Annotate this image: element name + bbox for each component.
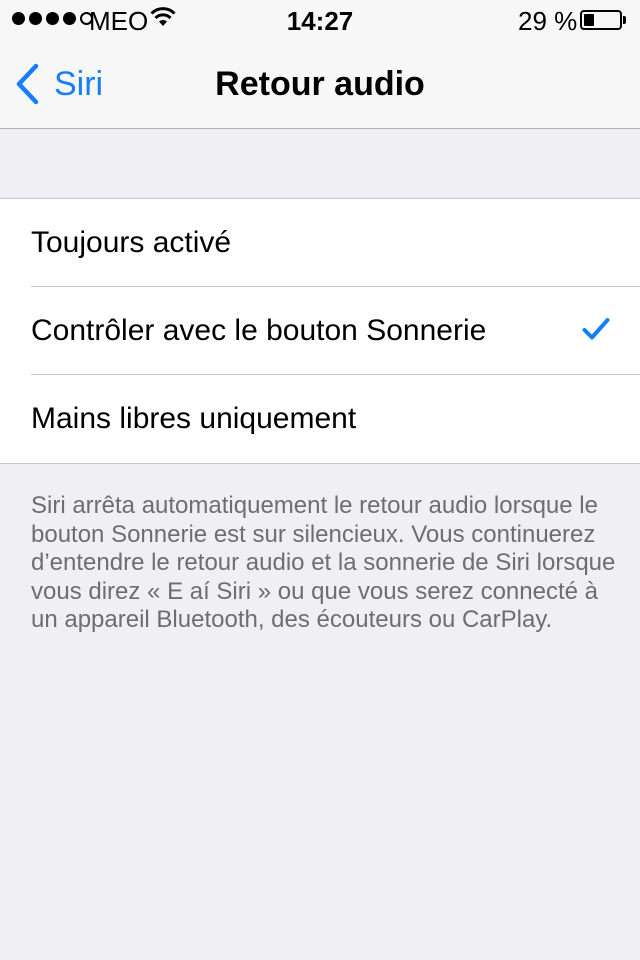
option-row-ring-switch[interactable]: Contrôler avec le bouton Sonnerie [0,287,640,375]
option-list: Toujours activé Contrôler avec le bouton… [0,198,640,464]
status-bar: MEO 14:27 29 % [0,0,640,40]
checkmark-icon [582,318,610,340]
battery-icon [580,10,622,30]
navigation-bar: Siri Retour audio [0,40,640,129]
option-label: Mains libres uniquement [31,402,357,435]
option-row-always-on[interactable]: Toujours activé [0,199,640,287]
battery-tip [623,16,626,24]
battery-percent: 29 % [518,6,578,36]
option-label: Contrôler avec le bouton Sonnerie [31,314,487,347]
option-label: Toujours activé [31,226,232,259]
battery-level-fill [584,14,594,26]
section-footer-text: Siri arrêta automatiquement le retour au… [31,492,616,633]
page-title: Retour audio [215,65,425,103]
option-row-hands-free[interactable]: Mains libres uniquement [0,375,640,463]
